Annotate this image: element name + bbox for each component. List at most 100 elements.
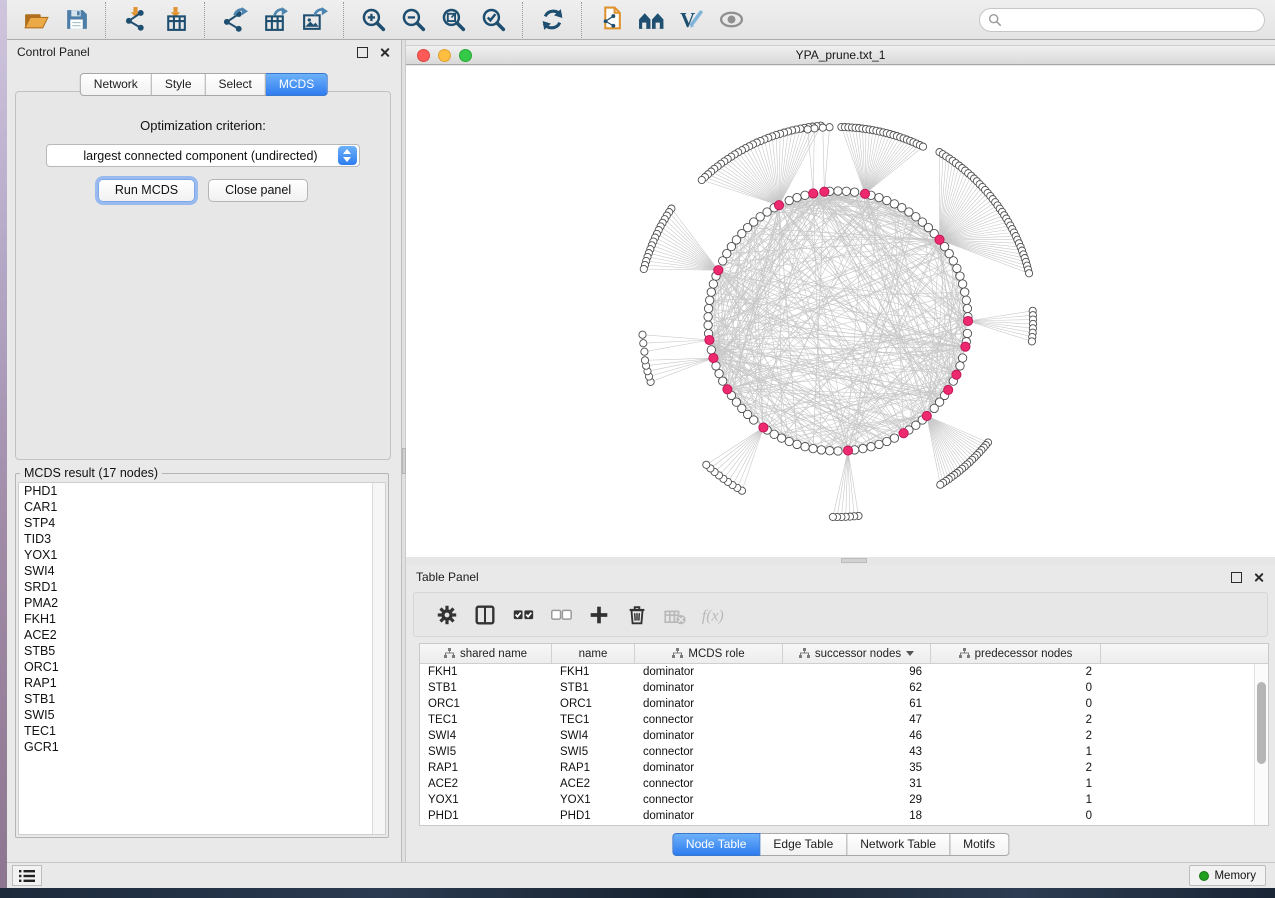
table-header-row: shared namenameMCDS rolesuccessor nodesp… — [420, 644, 1268, 664]
mcds-result-item[interactable]: SRD1 — [19, 579, 385, 595]
network-canvas[interactable] — [406, 66, 1275, 557]
tab-network-table[interactable]: Network Table — [847, 833, 950, 856]
search-input[interactable] — [1007, 13, 1256, 27]
network-graph[interactable] — [406, 66, 1275, 558]
network-file-button[interactable] — [591, 4, 631, 36]
vizmapper-button[interactable]: V — [671, 4, 711, 36]
status-bar: Memory — [7, 862, 1275, 888]
float-panel-icon[interactable] — [356, 46, 369, 59]
mcds-result-item[interactable]: SWI5 — [19, 707, 385, 723]
zoom-fit-button[interactable] — [433, 4, 473, 36]
close-panel-icon[interactable] — [378, 46, 391, 59]
tab-network[interactable]: Network — [80, 73, 152, 96]
zoom-in-icon — [360, 6, 387, 33]
mcds-result-item[interactable]: PHD1 — [19, 483, 385, 499]
tab-node-table[interactable]: Node Table — [672, 833, 761, 856]
table-row[interactable]: ORC1ORC1dominator610 — [420, 696, 1268, 712]
optimization-criterion-select[interactable]: largest connected component (undirected) — [46, 144, 360, 167]
network-view-window: YPA_prune.txt_1 — [406, 45, 1275, 557]
show-columns-button[interactable] — [466, 598, 504, 632]
hide-panels-button[interactable] — [631, 4, 671, 36]
tab-select[interactable]: Select — [206, 73, 266, 96]
close-panel-button[interactable]: Close panel — [208, 179, 308, 202]
table-row[interactable]: SWI4SWI4dominator462 — [420, 728, 1268, 744]
cell-predecessor-nodes: 0 — [931, 698, 1101, 710]
mcds-result-item[interactable]: STB1 — [19, 691, 385, 707]
mcds-result-item[interactable]: FKH1 — [19, 611, 385, 627]
mcds-result-item[interactable]: STB5 — [19, 643, 385, 659]
mcds-result-item[interactable]: GCR1 — [19, 739, 385, 755]
delete-column-button[interactable] — [618, 598, 656, 632]
cell-shared-name: SWI4 — [420, 730, 552, 742]
export-table-button[interactable] — [254, 4, 294, 36]
table-row[interactable]: ACE2ACE2connector311 — [420, 776, 1268, 792]
mcds-result-item[interactable]: TID3 — [19, 531, 385, 547]
mcds-result-item[interactable]: ACE2 — [19, 627, 385, 643]
mcds-result-list[interactable]: PHD1CAR1STP4TID3YOX1SWI4SRD1PMA2FKH1ACE2… — [18, 482, 386, 835]
mcds-result-item[interactable]: RAP1 — [19, 675, 385, 691]
refresh-layout-button[interactable] — [532, 4, 572, 36]
horizontal-splitter[interactable] — [406, 557, 1275, 565]
zoom-in-button[interactable] — [353, 4, 393, 36]
export-image-button[interactable] — [294, 4, 334, 36]
column-header-successor-nodes[interactable]: successor nodes — [783, 644, 931, 663]
table-row[interactable]: RAP1RAP1dominator352 — [420, 760, 1268, 776]
column-header-MCDS-role[interactable]: MCDS role — [635, 644, 783, 663]
column-header-shared-name[interactable]: shared name — [420, 644, 552, 663]
cell-MCDS-role: connector — [635, 794, 783, 806]
close-panel-icon[interactable] — [1252, 571, 1265, 584]
table-scrollbar[interactable] — [1254, 664, 1268, 825]
cell-name: RAP1 — [552, 762, 635, 774]
select-all-rows-icon — [511, 603, 535, 627]
float-panel-icon[interactable] — [1230, 571, 1243, 584]
select-all-rows-button[interactable] — [504, 598, 542, 632]
splitter-grip[interactable] — [841, 558, 867, 563]
export-network-button[interactable] — [214, 4, 254, 36]
save-session-button[interactable] — [56, 4, 96, 36]
zoom-out-button[interactable] — [393, 4, 433, 36]
task-history-button[interactable] — [12, 865, 42, 886]
import-network-icon — [122, 6, 149, 33]
open-file-icon — [23, 6, 50, 33]
import-table-button[interactable] — [155, 4, 195, 36]
tab-style[interactable]: Style — [152, 73, 206, 96]
minimize-window-icon[interactable] — [438, 49, 451, 62]
mcds-result-item[interactable]: CAR1 — [19, 499, 385, 515]
mcds-result-item[interactable]: PMA2 — [19, 595, 385, 611]
table-row[interactable]: STB1STB1dominator620 — [420, 680, 1268, 696]
deselect-all-rows-button[interactable] — [542, 598, 580, 632]
add-column-button[interactable] — [580, 598, 618, 632]
mcds-result-item[interactable]: ORC1 — [19, 659, 385, 675]
run-mcds-button[interactable]: Run MCDS — [98, 179, 195, 202]
sort-desc-icon — [906, 651, 914, 656]
table-settings-button[interactable] — [428, 598, 466, 632]
mcds-list-scrollbar[interactable] — [372, 483, 385, 834]
function-builder-icon: f(x) — [701, 603, 725, 627]
network-view-titlebar[interactable]: YPA_prune.txt_1 — [406, 45, 1275, 65]
table-row[interactable]: YOX1YOX1connector291 — [420, 792, 1268, 808]
mcds-result-item[interactable]: STP4 — [19, 515, 385, 531]
cell-name: PHD1 — [552, 810, 635, 822]
import-network-button[interactable] — [115, 4, 155, 36]
table-row[interactable]: FKH1FKH1dominator962 — [420, 664, 1268, 680]
tab-motifs[interactable]: Motifs — [950, 833, 1009, 856]
table-row[interactable]: SWI5SWI5connector431 — [420, 744, 1268, 760]
column-header-name[interactable]: name — [552, 644, 635, 663]
scrollbar-thumb[interactable] — [1257, 682, 1266, 764]
search-box[interactable] — [979, 8, 1265, 32]
open-file-button[interactable] — [16, 4, 56, 36]
tab-mcds[interactable]: MCDS — [266, 73, 328, 96]
mcds-result-item[interactable]: YOX1 — [19, 547, 385, 563]
cell-successor-nodes: 47 — [783, 714, 931, 726]
zoom-selected-button[interactable] — [473, 4, 513, 36]
tab-edge-table[interactable]: Edge Table — [760, 833, 847, 856]
close-window-icon[interactable] — [417, 49, 430, 62]
table-row[interactable]: PHD1PHD1dominator180 — [420, 808, 1268, 824]
maximize-window-icon[interactable] — [459, 49, 472, 62]
column-header-predecessor-nodes[interactable]: predecessor nodes — [931, 644, 1101, 663]
table-row[interactable]: TEC1TEC1connector472 — [420, 712, 1268, 728]
mcds-result-item[interactable]: TEC1 — [19, 723, 385, 739]
toolbar-group — [343, 2, 522, 38]
mcds-result-item[interactable]: SWI4 — [19, 563, 385, 579]
memory-button[interactable]: Memory — [1189, 865, 1266, 886]
